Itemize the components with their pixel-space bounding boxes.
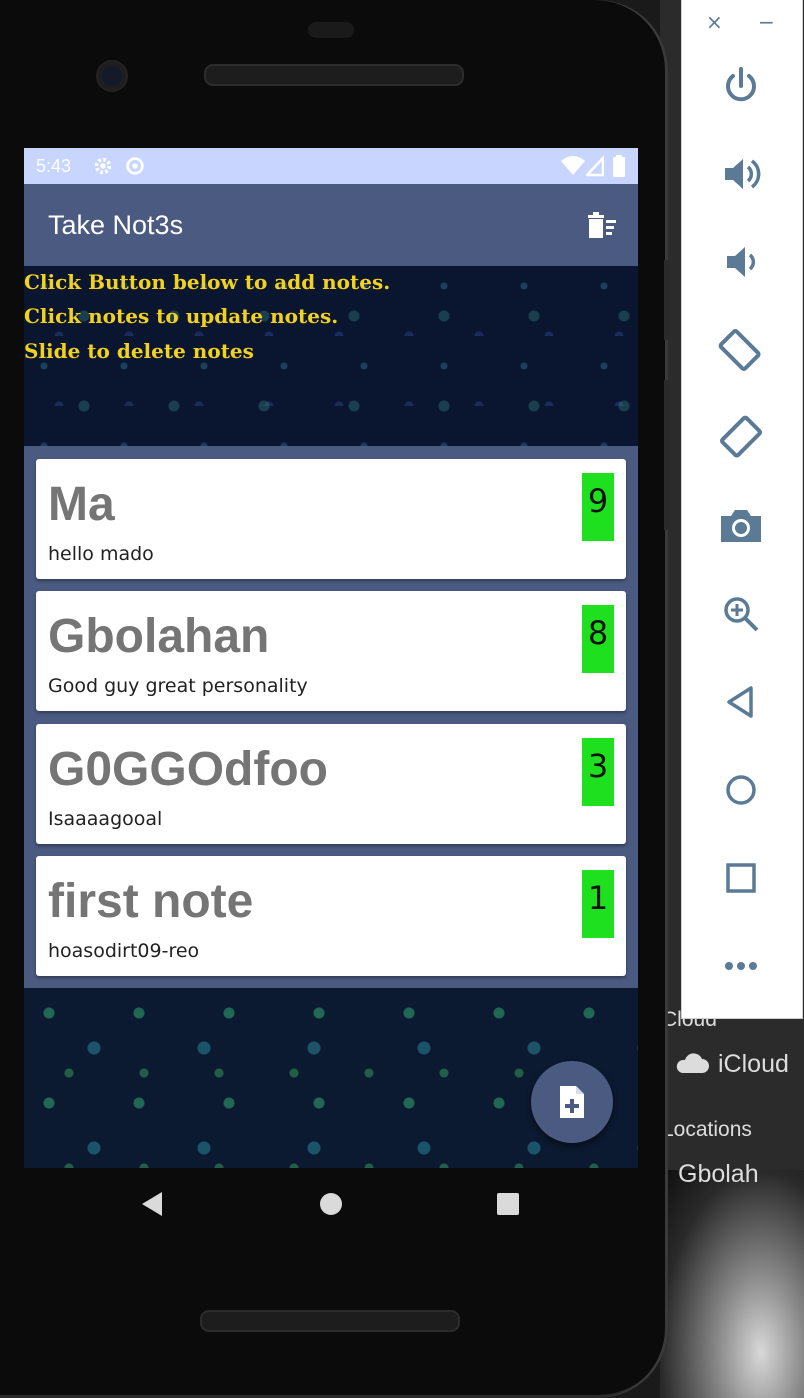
zoom-icon [724, 597, 759, 632]
earpiece-speaker [204, 64, 464, 86]
note-card[interactable]: Gbolahan Good guy great personality 8 [36, 591, 626, 711]
instructions-banner: Click Button below to add notes. Click n… [24, 266, 638, 446]
phone-screen: 5:43 Take Not3s Click Button below to ad… [24, 148, 638, 1168]
note-priority-badge: 9 [582, 473, 614, 541]
note-description: hello mado [48, 543, 154, 565]
overview-button[interactable] [710, 847, 772, 909]
note-description: Isaaaagooal [48, 808, 163, 830]
app-bar: Take Not3s [24, 184, 638, 266]
bottom-speaker [200, 1310, 460, 1332]
note-card[interactable]: G0GGOdfoo Isaaaagooal 3 [36, 724, 626, 844]
status-bar: 5:43 [24, 148, 638, 184]
volume-up-icon [725, 159, 761, 189]
power-button[interactable] [710, 55, 772, 117]
add-note-button[interactable] [531, 1061, 613, 1143]
note-priority-badge: 8 [582, 605, 614, 673]
screenshot-icon [721, 510, 761, 542]
note-title: Ma [48, 478, 115, 531]
emulator-home-button[interactable] [710, 759, 772, 821]
cloud-icon [676, 1053, 709, 1073]
note-title: first note [48, 875, 254, 928]
zoom-button[interactable] [710, 583, 772, 645]
rotate-right-button[interactable] [710, 407, 772, 469]
finder-item-icloud[interactable]: iCloud [718, 1050, 789, 1079]
rotate-right-icon [720, 415, 762, 458]
instruction-delete: Slide to delete notes [24, 339, 254, 363]
wifi-icon [561, 156, 585, 175]
overview-icon [726, 863, 756, 893]
rotate-left-button[interactable] [710, 319, 772, 381]
note-title: G0GGOdfoo [48, 743, 328, 796]
minimize-icon[interactable]: − [758, 10, 775, 34]
more-icon [725, 962, 757, 970]
more-button[interactable] [710, 935, 772, 997]
finder-item-location[interactable]: Gbolah [678, 1160, 759, 1189]
note-priority-badge: 3 [582, 738, 614, 806]
emulator-back-button[interactable] [710, 671, 772, 733]
close-icon[interactable]: × [706, 10, 723, 34]
recents-icon[interactable] [496, 1192, 520, 1216]
back-icon[interactable] [140, 1191, 164, 1217]
notes-list: Ma hello mado 9 Gbolahan Good guy great … [24, 446, 638, 988]
settings-icon [94, 157, 112, 175]
note-description: hoasodirt09-reo [48, 940, 200, 962]
emulator-toolbar: × − [681, 0, 803, 1019]
note-card[interactable]: first note hoasodirt09-reo 1 [36, 856, 626, 976]
note-description: Good guy great personality [48, 675, 308, 697]
note-card[interactable]: Ma hello mado 9 [36, 459, 626, 579]
phone-volume-button [664, 380, 670, 530]
note-add-icon [560, 1086, 584, 1118]
rotate-left-icon [718, 329, 761, 371]
home-icon [726, 775, 756, 805]
note-title: Gbolahan [48, 610, 270, 663]
screenshot-button[interactable] [710, 495, 772, 557]
phone-frame: 5:43 Take Not3s Click Button below to ad… [0, 0, 670, 1398]
volume-down-button[interactable] [710, 231, 772, 293]
delete-sweep-icon[interactable] [586, 212, 618, 240]
sync-icon [126, 157, 144, 175]
phone-sensor [308, 22, 354, 38]
power-icon [726, 67, 756, 102]
instruction-update: Click notes to update notes. [24, 304, 339, 328]
instruction-add: Click Button below to add notes. [24, 270, 391, 294]
note-priority-badge: 1 [582, 870, 614, 938]
status-time: 5:43 [36, 156, 72, 176]
back-icon [727, 686, 753, 718]
volume-down-icon [727, 247, 756, 277]
front-camera [98, 62, 126, 90]
volume-up-button[interactable] [710, 143, 772, 205]
home-icon[interactable] [319, 1192, 343, 1216]
app-title: Take Not3s [48, 210, 184, 240]
signal-icon [586, 155, 604, 177]
battery-icon [613, 155, 625, 177]
desktop-wallpaper [660, 1170, 804, 1398]
finder-section-locations: Locations [662, 1118, 752, 1141]
phone-power-button [664, 260, 670, 340]
